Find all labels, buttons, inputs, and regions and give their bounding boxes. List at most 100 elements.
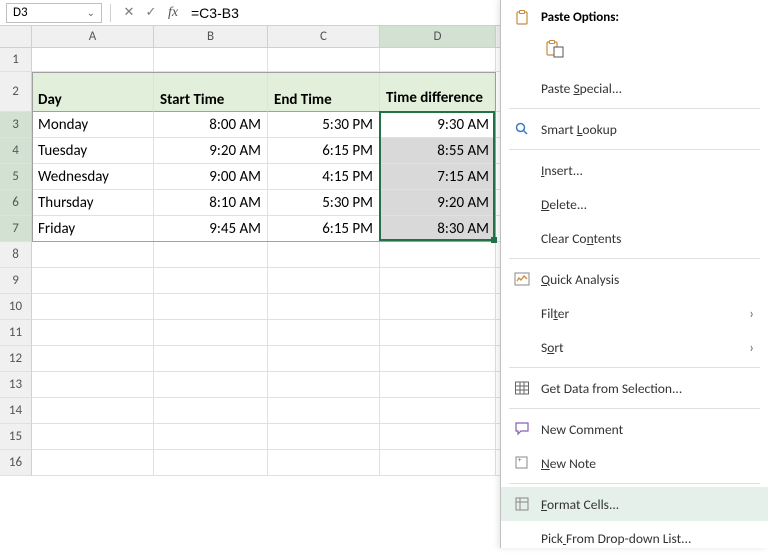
cell-a13[interactable] xyxy=(32,372,154,398)
cell-b2[interactable]: Start Time xyxy=(154,72,268,112)
cell-c9[interactable] xyxy=(268,268,380,294)
cell-b16[interactable] xyxy=(154,450,268,476)
cell-b13[interactable] xyxy=(154,372,268,398)
row-header-15[interactable]: 15 xyxy=(0,424,32,450)
row-header-16[interactable]: 16 xyxy=(0,450,32,476)
row-header-6[interactable]: 6 xyxy=(0,190,32,216)
cell-a1[interactable] xyxy=(32,48,154,72)
cell-c6[interactable]: 5:30 PM xyxy=(268,190,380,216)
enter-icon[interactable]: ✓ xyxy=(141,3,161,23)
cancel-icon[interactable]: ✕ xyxy=(119,3,139,23)
menu-item-new-comment[interactable]: New Comment xyxy=(501,412,768,446)
cell-b12[interactable] xyxy=(154,346,268,372)
cell-a6[interactable]: Thursday xyxy=(32,190,154,216)
cell-d1[interactable] xyxy=(380,48,496,72)
cell-c16[interactable] xyxy=(268,450,380,476)
cell-b1[interactable] xyxy=(154,48,268,72)
cell-d10[interactable] xyxy=(380,294,496,320)
column-header-d[interactable]: D xyxy=(380,26,496,48)
row-header-13[interactable]: 13 xyxy=(0,372,32,398)
row-header-5[interactable]: 5 xyxy=(0,164,32,190)
menu-item-paste-special[interactable]: Paste Special... xyxy=(501,71,768,105)
cell-a3[interactable]: Monday xyxy=(32,112,154,138)
row-header-3[interactable]: 3 xyxy=(0,112,32,138)
menu-item-delete[interactable]: Delete... xyxy=(501,187,768,221)
cell-a14[interactable] xyxy=(32,398,154,424)
cell-c7[interactable]: 6:15 PM xyxy=(268,216,380,242)
cell-a5[interactable]: Wednesday xyxy=(32,164,154,190)
cell-c2[interactable]: End Time xyxy=(268,72,380,112)
row-header-10[interactable]: 10 xyxy=(0,294,32,320)
cell-d11[interactable] xyxy=(380,320,496,346)
cell-d13[interactable] xyxy=(380,372,496,398)
select-all-corner[interactable] xyxy=(0,26,32,48)
cell-a7[interactable]: Friday xyxy=(32,216,154,242)
cell-b5[interactable]: 9:00 AM xyxy=(154,164,268,190)
cell-c10[interactable] xyxy=(268,294,380,320)
menu-item-clear-contents[interactable]: Clear Contents xyxy=(501,221,768,255)
column-header-c[interactable]: C xyxy=(268,26,380,48)
cell-a10[interactable] xyxy=(32,294,154,320)
cell-d6[interactable]: 9:20 AM xyxy=(380,190,496,216)
cell-d9[interactable] xyxy=(380,268,496,294)
cell-c14[interactable] xyxy=(268,398,380,424)
row-header-1[interactable]: 1 xyxy=(0,48,32,72)
cell-c13[interactable] xyxy=(268,372,380,398)
cell-a15[interactable] xyxy=(32,424,154,450)
paste-button[interactable] xyxy=(541,35,569,63)
cell-d3[interactable]: 9:30 AM xyxy=(380,112,496,138)
cell-b15[interactable] xyxy=(154,424,268,450)
cell-a9[interactable] xyxy=(32,268,154,294)
column-header-b[interactable]: B xyxy=(154,26,268,48)
row-header-14[interactable]: 14 xyxy=(0,398,32,424)
cell-a11[interactable] xyxy=(32,320,154,346)
cell-c4[interactable]: 6:15 PM xyxy=(268,138,380,164)
cell-b11[interactable] xyxy=(154,320,268,346)
cell-b9[interactable] xyxy=(154,268,268,294)
menu-item-format-cells[interactable]: Format Cells... xyxy=(501,487,768,521)
cell-b7[interactable]: 9:45 AM xyxy=(154,216,268,242)
menu-item-new-note[interactable]: +New Note xyxy=(501,446,768,480)
cell-d8[interactable] xyxy=(380,242,496,268)
menu-item-get-data[interactable]: Get Data from Selection... xyxy=(501,371,768,405)
menu-item-insert[interactable]: Insert... xyxy=(501,153,768,187)
row-header-9[interactable]: 9 xyxy=(0,268,32,294)
cell-c12[interactable] xyxy=(268,346,380,372)
chevron-down-icon[interactable]: ⌄ xyxy=(87,6,95,19)
cell-b3[interactable]: 8:00 AM xyxy=(154,112,268,138)
row-header-12[interactable]: 12 xyxy=(0,346,32,372)
row-header-7[interactable]: 7 xyxy=(0,216,32,242)
menu-item-pick-list[interactable]: Pick From Drop-down List... xyxy=(501,521,768,555)
cell-c11[interactable] xyxy=(268,320,380,346)
cell-d2[interactable]: Time difference xyxy=(380,72,496,112)
cell-a16[interactable] xyxy=(32,450,154,476)
cell-a4[interactable]: Tuesday xyxy=(32,138,154,164)
cell-d7[interactable]: 8:30 AM xyxy=(380,216,496,242)
cell-d5[interactable]: 7:15 AM xyxy=(380,164,496,190)
cell-d14[interactable] xyxy=(380,398,496,424)
cell-d12[interactable] xyxy=(380,346,496,372)
menu-item-quick-analysis[interactable]: Quick Analysis xyxy=(501,262,768,296)
cell-b10[interactable] xyxy=(154,294,268,320)
cell-c8[interactable] xyxy=(268,242,380,268)
cell-a8[interactable] xyxy=(32,242,154,268)
cell-c3[interactable]: 5:30 PM xyxy=(268,112,380,138)
cell-b8[interactable] xyxy=(154,242,268,268)
cell-c1[interactable] xyxy=(268,48,380,72)
cell-a2[interactable]: Day xyxy=(32,72,154,112)
cell-d16[interactable] xyxy=(380,450,496,476)
cell-b4[interactable]: 9:20 AM xyxy=(154,138,268,164)
cell-b6[interactable]: 8:10 AM xyxy=(154,190,268,216)
menu-item-sort[interactable]: Sort› xyxy=(501,330,768,364)
row-header-4[interactable]: 4 xyxy=(0,138,32,164)
cell-b14[interactable] xyxy=(154,398,268,424)
row-header-11[interactable]: 11 xyxy=(0,320,32,346)
row-header-8[interactable]: 8 xyxy=(0,242,32,268)
cell-c15[interactable] xyxy=(268,424,380,450)
cell-a12[interactable] xyxy=(32,346,154,372)
menu-item-smart-lookup[interactable]: Smart Lookup xyxy=(501,112,768,146)
cell-d4[interactable]: 8:55 AM xyxy=(380,138,496,164)
fx-icon[interactable]: fx xyxy=(163,3,183,23)
column-header-a[interactable]: A xyxy=(32,26,154,48)
row-header-2[interactable]: 2 xyxy=(0,72,32,112)
